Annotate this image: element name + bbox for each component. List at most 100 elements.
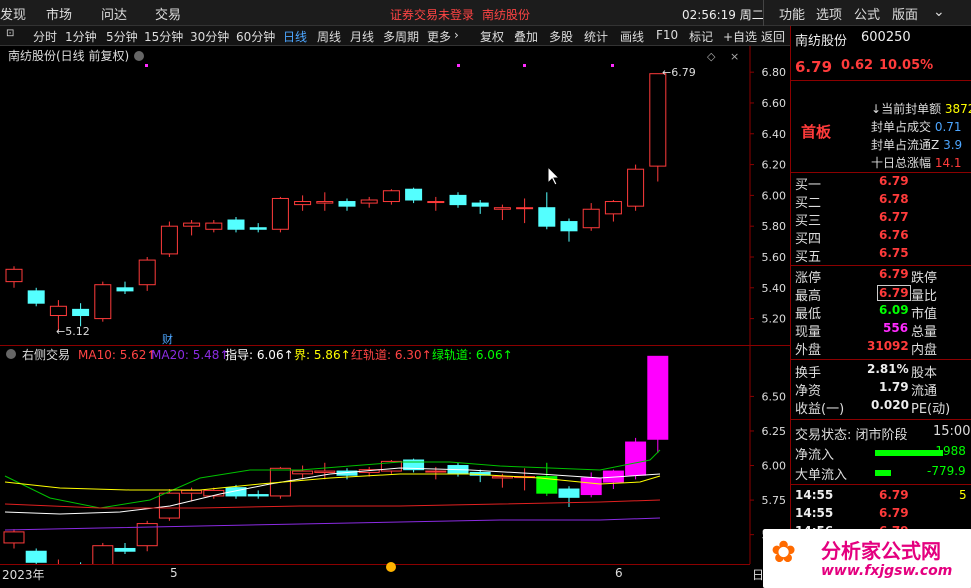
event-tag[interactable]: 财 [162, 332, 173, 346]
stat-row: 涨停 6.79 跌停 [791, 267, 971, 286]
candle[interactable] [493, 204, 511, 221]
period-30min[interactable]: 30分钟 [190, 28, 229, 45]
tool-overlay[interactable]: 叠加 [514, 28, 538, 45]
menu-trade[interactable]: 交易 [155, 4, 181, 23]
candle[interactable] [360, 196, 378, 208]
candle[interactable] [5, 266, 23, 288]
clock: 02:56:19 周二 [682, 8, 764, 22]
tool-draw[interactable]: 画线 [620, 28, 644, 45]
tool-multistock[interactable]: 多股 [549, 28, 573, 45]
axis-line [0, 564, 750, 565]
candle[interactable] [449, 192, 467, 208]
chevron-down-icon[interactable] [134, 51, 144, 61]
toggle-panel-icon[interactable]: ⊡ [6, 28, 14, 39]
menu-market[interactable]: 市场 [46, 4, 72, 23]
candle[interactable] [427, 196, 445, 211]
menu-options[interactable]: 选项 [816, 4, 842, 23]
indicator-candle [647, 355, 669, 454]
menu-wenda[interactable]: 问达 [101, 4, 127, 23]
candle[interactable] [183, 220, 201, 236]
axis-month-label: 5 [170, 566, 178, 580]
candle[interactable] [294, 195, 312, 211]
candle[interactable] [27, 287, 45, 307]
indicator-tick-label: 5.75 [762, 494, 787, 507]
period-daily[interactable]: 日线 [283, 28, 307, 45]
candle[interactable] [116, 281, 134, 294]
menu-function[interactable]: 功能 [779, 4, 805, 23]
stat-label: 总量 [911, 325, 938, 340]
candle[interactable] [582, 203, 600, 231]
period-monthly[interactable]: 月线 [350, 28, 374, 45]
indicator-candle [469, 469, 491, 483]
period-5min[interactable]: 5分钟 [106, 28, 138, 45]
candle[interactable] [94, 281, 112, 322]
candle[interactable] [72, 303, 90, 327]
candle[interactable] [405, 187, 423, 204]
candle[interactable] [338, 198, 356, 211]
bid-price: 6.75 [879, 246, 909, 260]
candle[interactable] [316, 192, 334, 211]
marker-dot [523, 64, 526, 67]
menu-layout[interactable]: 版面 [892, 4, 918, 23]
candle[interactable] [382, 189, 400, 205]
candle[interactable] [138, 256, 156, 291]
date-axis: 2023年 5 6 日 [0, 562, 790, 588]
period-1min[interactable]: 1分钟 [65, 28, 97, 45]
period-toolbar: ⊡ 分时 1分钟 5分钟 15分钟 30分钟 60分钟 日线 周线 月线 多周期… [0, 26, 790, 46]
period-more[interactable]: 更多 [427, 28, 451, 45]
seal-label: 封单占流通Z [871, 138, 940, 152]
candle[interactable] [649, 73, 667, 182]
candle[interactable] [471, 200, 489, 214]
candle[interactable] [538, 192, 556, 230]
period-minute[interactable]: 分时 [33, 28, 57, 45]
candle[interactable] [249, 223, 267, 233]
candle[interactable] [516, 198, 534, 224]
divider [791, 484, 971, 485]
stat-row: 换手 2.81% 股本 [791, 362, 971, 381]
candle[interactable] [160, 221, 178, 257]
candle[interactable] [271, 196, 289, 233]
candle[interactable] [604, 200, 622, 222]
period-60min[interactable]: 60分钟 [236, 28, 275, 45]
tool-back[interactable]: 返回 [761, 28, 785, 45]
stat-value: 6.79 [877, 285, 911, 301]
period-multi[interactable]: 多周期 [383, 28, 419, 45]
tool-stats[interactable]: 统计 [584, 28, 608, 45]
period-weekly[interactable]: 周线 [317, 28, 341, 45]
candle[interactable] [205, 220, 223, 233]
candle[interactable] [227, 216, 245, 233]
chevron-right-icon[interactable]: › [454, 28, 459, 42]
menu-discover[interactable]: 发现 [0, 4, 26, 23]
stat-row: 收益(一) 0.020 PE(动) [791, 398, 971, 417]
login-status[interactable]: 证券交易未登录 [390, 6, 474, 23]
flow-row: 大单流入 -779.9 [791, 464, 971, 483]
bid-row[interactable]: 买一 6.79 [791, 174, 971, 193]
tool-add-watch[interactable]: +自选 [723, 28, 757, 45]
candle[interactable] [627, 164, 645, 211]
divider [791, 359, 971, 360]
divider [791, 419, 971, 420]
bid-row[interactable]: 买五 6.75 [791, 246, 971, 265]
stat-label: 市值 [911, 307, 938, 322]
menu-formula[interactable]: 公式 [854, 4, 880, 23]
tool-f10[interactable]: F10 [656, 28, 678, 42]
bid-row[interactable]: 买四 6.76 [791, 228, 971, 247]
close-icon[interactable]: × [730, 50, 739, 63]
bid-label: 买五 [795, 250, 822, 265]
bid-row[interactable]: 买三 6.77 [791, 210, 971, 229]
quote-stock-code: 600250 [861, 30, 911, 45]
stat-label: 收益(一) [795, 402, 845, 417]
tool-mark[interactable]: 标记 [689, 28, 713, 45]
indicator-candle [558, 486, 580, 507]
chevron-down-icon[interactable]: ⌄ [933, 4, 945, 20]
tool-adjust[interactable]: 复权 [480, 28, 504, 45]
candlestick-chart[interactable]: 6.80 6.60 6.40 6.20 6.00 5.80 5.60 5.40 5.20 南纺股… [0, 46, 790, 346]
candle[interactable] [560, 218, 578, 242]
watermark-logo: ✿ 分析家公式网 www.fxjgsw.com [763, 529, 971, 588]
chevron-down-icon[interactable] [6, 349, 16, 359]
diamond-icon[interactable]: ◇ [707, 50, 716, 63]
bid-row[interactable]: 买二 6.78 [791, 192, 971, 211]
marker-dot [611, 64, 614, 67]
indicator-chart[interactable]: 6.506.256.005.755.50 右侧交易 MA10: 5.62↑ MA… [0, 346, 790, 564]
period-15min[interactable]: 15分钟 [144, 28, 183, 45]
